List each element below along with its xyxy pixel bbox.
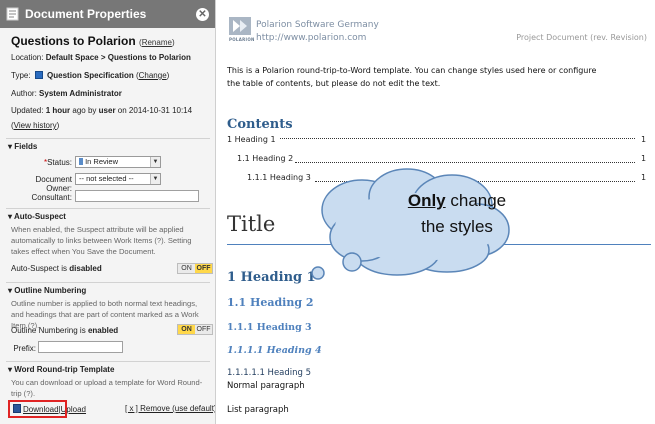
document-properties-panel: Document Properties ✕ Questions to Polar… bbox=[0, 0, 216, 424]
updated-user: user bbox=[98, 106, 116, 115]
toc-entry-1[interactable]: 1 Heading 1 bbox=[227, 135, 276, 144]
divider bbox=[6, 138, 210, 139]
auto-suspect-heading: Auto-Suspect bbox=[13, 212, 66, 221]
document-icon bbox=[6, 7, 19, 21]
document-owner-value: -- not selected -- bbox=[79, 174, 134, 183]
document-owner-label: Document Owner: bbox=[35, 175, 72, 193]
close-icon[interactable]: ✕ bbox=[196, 7, 209, 21]
prefix-input[interactable] bbox=[38, 341, 123, 353]
auto-suspect-status: Auto-Suspect is disabled bbox=[11, 264, 102, 273]
location-label: Location: bbox=[11, 53, 44, 62]
type-label: Type: bbox=[11, 71, 31, 80]
word-template-heading: Word Round-trip Template bbox=[14, 365, 115, 374]
location-row: Location: Default Space > Questions to P… bbox=[11, 53, 191, 62]
status-value: In Review bbox=[85, 157, 119, 166]
list-paragraph-sample: List paragraph bbox=[227, 405, 289, 415]
location-value: Default Space > Questions to Polarion bbox=[45, 53, 191, 62]
chevron-down-icon: ▼ bbox=[150, 174, 160, 184]
heading-2-sample: 1.1 Heading 2 bbox=[227, 296, 314, 309]
document-title-style: Title bbox=[227, 212, 276, 236]
auto-suspect-on[interactable]: ON bbox=[178, 264, 195, 273]
toc-page-2: 1 bbox=[641, 154, 647, 163]
toc-page-1: 1 bbox=[641, 135, 647, 144]
outline-status-prefix: Outline Numbering is bbox=[11, 326, 86, 335]
divider bbox=[6, 361, 210, 362]
company-url: http://www.polarion.com bbox=[256, 33, 367, 43]
heading-5-sample: 1.1.1.1.1 Heading 5 bbox=[227, 368, 312, 378]
toc-leader bbox=[280, 138, 635, 139]
heading-3-sample: 1.1.1 Heading 3 bbox=[227, 322, 312, 333]
download-highlight-box bbox=[8, 400, 67, 418]
intro-line-1: This is a Polarion round-trip-to-Word te… bbox=[227, 66, 597, 75]
outline-numbering-toggle[interactable]: ON OFF bbox=[177, 324, 213, 335]
word-template-description: You can download or upload a template fo… bbox=[11, 378, 203, 398]
updated-row: Updated: 1 hour ago by user on 2014-10-3… bbox=[11, 106, 192, 115]
auto-suspect-section-header[interactable]: ▾ Auto-Suspect bbox=[8, 212, 66, 221]
document-type-header: Project Document (rev. Revision) bbox=[516, 33, 647, 42]
updated-on: on 2014-10-31 10:14 bbox=[117, 106, 193, 115]
rename-link[interactable]: Rename bbox=[142, 38, 172, 47]
status-icon bbox=[79, 158, 83, 165]
callout-text-line-1: Only change bbox=[402, 191, 512, 211]
outline-off[interactable]: OFF bbox=[195, 325, 212, 334]
consultant-label: Consultant: bbox=[31, 193, 72, 202]
auto-suspect-description: When enabled, the Suspect attribute will… bbox=[11, 225, 192, 256]
document-title: Questions to Polarion (Rename) bbox=[11, 34, 175, 48]
callout-rest: change bbox=[445, 191, 507, 210]
auto-suspect-status-prefix: Auto-Suspect is bbox=[11, 264, 68, 273]
status-label: *Status: bbox=[43, 158, 72, 167]
heading-4-sample: 1.1.1.1 Heading 4 bbox=[227, 345, 322, 356]
outline-numbering-heading: Outline Numbering bbox=[14, 286, 87, 295]
fields-heading: Fields bbox=[14, 142, 38, 151]
divider bbox=[6, 282, 210, 283]
question-type-icon bbox=[34, 71, 43, 79]
author-value: System Administrator bbox=[39, 89, 122, 98]
view-history-row: (View history) bbox=[11, 121, 60, 130]
document-title-text: Questions to Polarion bbox=[11, 34, 136, 48]
word-template-section-header[interactable]: ▾ Word Round-trip Template bbox=[8, 365, 114, 374]
auto-suspect-status-value: disabled bbox=[69, 264, 102, 273]
consultant-input[interactable] bbox=[75, 190, 199, 202]
auto-suspect-off[interactable]: OFF bbox=[195, 264, 212, 273]
view-history-link[interactable]: View history bbox=[14, 121, 57, 130]
fields-section-header[interactable]: ▾ Fields bbox=[8, 142, 37, 151]
logo-text: POLARION bbox=[229, 37, 255, 42]
change-type-link[interactable]: Change bbox=[139, 71, 167, 80]
updated-ago: 1 hour bbox=[45, 106, 71, 115]
auto-suspect-toggle[interactable]: ON OFF bbox=[177, 263, 213, 274]
author-label: Author: bbox=[11, 89, 37, 98]
remove-template-link[interactable]: [ x ] Remove (use default) bbox=[125, 404, 215, 413]
outline-numbering-status: Outline Numbering is enabled bbox=[11, 326, 118, 335]
outline-on[interactable]: ON bbox=[178, 325, 195, 334]
divider bbox=[6, 208, 210, 209]
type-row: Type: Question Specification (Change) bbox=[11, 71, 170, 80]
callout-text-line-2: the styles bbox=[421, 217, 493, 236]
author-row: Author: System Administrator bbox=[11, 89, 122, 98]
document-owner-select[interactable]: -- not selected -- ▼ bbox=[75, 173, 161, 185]
status-select[interactable]: In Review ▼ bbox=[75, 156, 161, 168]
panel-title: Document Properties bbox=[25, 7, 147, 21]
outline-numbering-section-header[interactable]: ▾ Outline Numbering bbox=[8, 286, 86, 295]
document-preview: POLARION Polarion Software Germany http:… bbox=[217, 0, 655, 424]
normal-paragraph-sample: Normal paragraph bbox=[227, 381, 305, 391]
outline-status-value: enabled bbox=[87, 326, 119, 335]
chevron-down-icon: ▼ bbox=[150, 157, 160, 167]
prefix-label: Prefix: bbox=[13, 344, 36, 353]
toc-entry-2[interactable]: 1.1 Heading 2 bbox=[237, 154, 293, 163]
updated-label: Updated: bbox=[11, 106, 44, 115]
contents-heading: Contents bbox=[227, 117, 293, 132]
intro-line-2: the table of contents, but please do not… bbox=[227, 79, 441, 88]
type-value: Question Specification bbox=[47, 71, 134, 80]
panel-header: Document Properties ✕ bbox=[0, 0, 215, 28]
toc-page-3: 1 bbox=[641, 173, 647, 182]
company-name: Polarion Software Germany bbox=[256, 20, 379, 30]
toc-leader bbox=[295, 162, 635, 163]
updated-by: ago by bbox=[72, 106, 97, 115]
callout-bold-word: Only bbox=[407, 191, 446, 210]
